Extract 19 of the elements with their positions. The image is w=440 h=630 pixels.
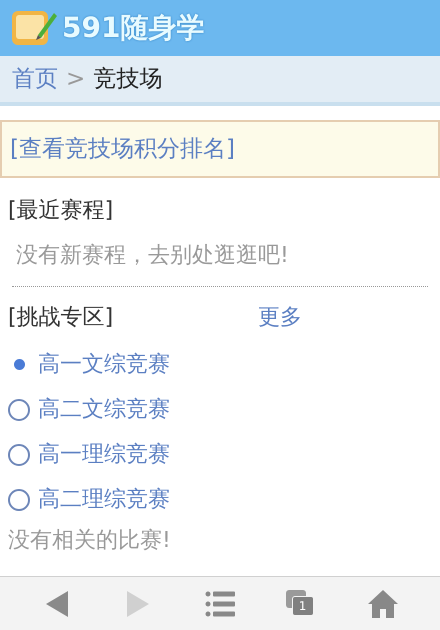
contest-item[interactable]: 高一理综竞赛: [8, 432, 432, 477]
tabs-button[interactable]: 1: [280, 584, 324, 624]
app-title: 591随身学: [62, 10, 204, 46]
home-link[interactable]: 首页: [12, 62, 58, 96]
menu-icon: [204, 590, 235, 616]
empty-message: 没有相关的比赛!: [8, 527, 172, 555]
ranking-link[interactable]: [查看竞技场积分排名]: [10, 132, 235, 166]
left-triangle-icon: [46, 590, 68, 616]
contest-item[interactable]: 高一文综竞赛: [8, 342, 432, 387]
house-icon: [368, 590, 398, 618]
current-page: 竞技场: [93, 64, 162, 94]
empty-message: 没有新赛程，去别处逛逛吧!: [15, 242, 290, 270]
contest-item[interactable]: 高二文综竞赛: [8, 387, 432, 432]
section-heading: [挑战专区]: [8, 304, 114, 332]
right-triangle-icon: [127, 590, 150, 616]
breadcrumb-separator: >: [66, 64, 86, 94]
contest-item[interactable]: 高二理综竞赛: [8, 477, 432, 522]
section-heading: [最近赛程]: [8, 197, 114, 225]
more-link[interactable]: 更多: [258, 301, 302, 334]
